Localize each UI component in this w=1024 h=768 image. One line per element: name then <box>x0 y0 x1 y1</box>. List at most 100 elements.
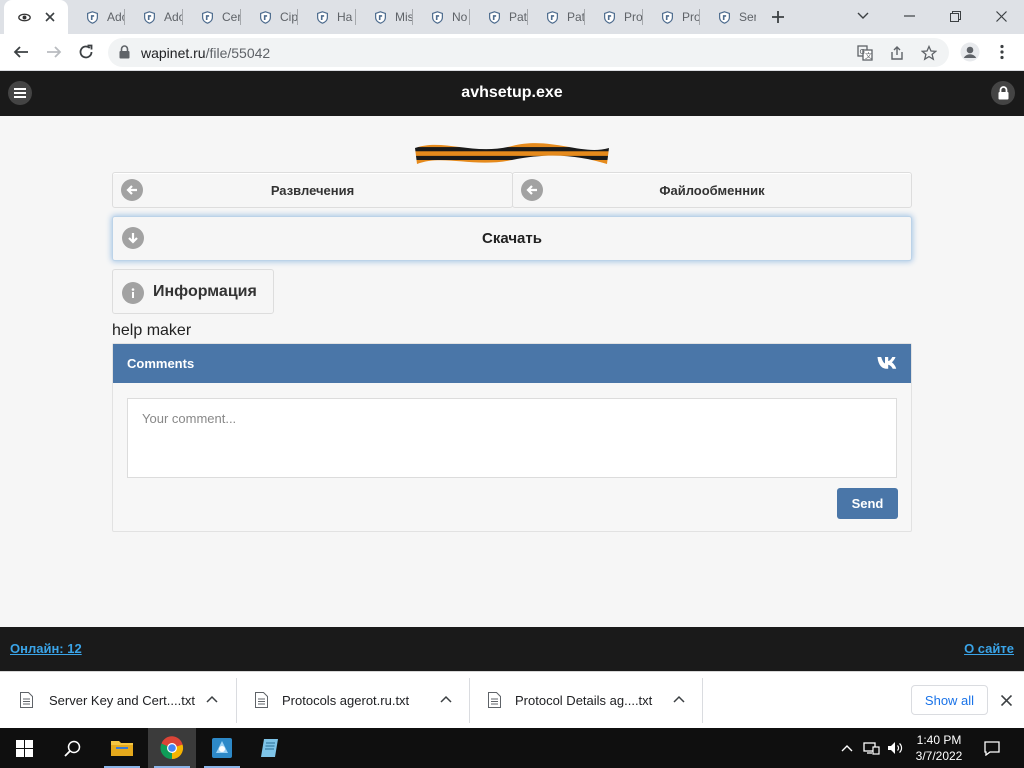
new-tab-plus-icon[interactable] <box>767 6 789 28</box>
share-icon[interactable] <box>887 43 907 63</box>
site-header: avhsetup.exe <box>0 71 1024 116</box>
tab-active[interactable] <box>4 0 68 34</box>
download-item[interactable]: Protocol Details ag....txt <box>488 678 703 723</box>
browser-tab-strip: Adc Adc Cer Cip Ha Mis No Pat Pat Pro Pr… <box>0 0 1024 34</box>
tab-adc-1[interactable]: Adc <box>68 0 125 34</box>
url-host: wapinet.ru <box>141 45 206 61</box>
notification-icon[interactable] <box>980 728 1004 768</box>
download-label: Скачать <box>482 230 542 247</box>
tab-label: Pat <box>567 10 585 24</box>
tab-label: Ser <box>739 10 756 24</box>
shield-icon <box>144 10 155 24</box>
shield-icon <box>432 10 443 24</box>
information-button[interactable]: Информация <box>112 269 274 314</box>
download-filename: Protocol Details ag....txt <box>515 693 653 708</box>
tab-label: Mis <box>395 10 413 24</box>
translate-icon[interactable]: G文 <box>855 43 875 63</box>
chevron-up-icon[interactable] <box>206 694 218 706</box>
back-arrow-icon[interactable] <box>7 38 35 66</box>
windows-taskbar: 1:40 PM 3/7/2022 <box>0 728 1024 768</box>
chrome-icon[interactable] <box>148 728 196 768</box>
shield-icon <box>375 10 386 24</box>
chevron-up-icon[interactable] <box>440 694 452 706</box>
shield-icon <box>260 10 271 24</box>
download-filename: Server Key and Cert....txt <box>49 693 195 708</box>
tab-label: Pro <box>624 10 643 24</box>
eye-favicon-icon <box>18 13 31 21</box>
download-filename: Protocols agerot.ru.txt <box>282 693 410 708</box>
nav-right-label: Файлообменник <box>659 183 765 198</box>
chevron-up-icon[interactable] <box>673 694 685 706</box>
login-lock-icon[interactable] <box>991 81 1015 105</box>
back-to-fileshare-button[interactable]: Файлообменник <box>512 172 912 208</box>
svg-text:文: 文 <box>865 51 872 60</box>
tab-ser[interactable]: Ser <box>700 0 756 34</box>
online-count-link[interactable]: Онлайн: 12 <box>10 641 82 656</box>
reload-icon[interactable] <box>72 38 100 66</box>
clock-time: 1:40 PM <box>916 733 962 747</box>
tab-pat-2[interactable]: Pat <box>528 0 585 34</box>
tab-ha[interactable]: Ha <box>298 0 356 34</box>
back-to-entertainment-button[interactable]: Развлечения <box>112 172 513 208</box>
restore-icon[interactable] <box>932 0 978 32</box>
browser-toolbar: wapinet.ru/file/55042 G文 <box>0 34 1024 71</box>
tab-label: Cip <box>280 10 298 24</box>
search-icon[interactable] <box>48 728 96 768</box>
divider <box>702 678 703 723</box>
tab-search-chevron-icon[interactable] <box>840 0 886 32</box>
shield-icon <box>547 10 558 24</box>
minimize-icon[interactable] <box>886 0 932 32</box>
tab-cip[interactable]: Cip <box>241 0 298 34</box>
tab-adc-2[interactable]: Adc <box>125 0 183 34</box>
system-clock[interactable]: 1:40 PM 3/7/2022 <box>905 732 973 764</box>
forward-arrow-icon[interactable] <box>40 38 68 66</box>
network-icon[interactable] <box>860 728 882 768</box>
tab-label: Adc <box>107 10 125 24</box>
shield-icon <box>719 10 730 24</box>
windows-start-icon[interactable] <box>0 728 48 768</box>
volume-icon[interactable] <box>884 728 906 768</box>
text-file-icon <box>488 692 501 708</box>
text-file-icon <box>20 692 33 708</box>
clock-date: 3/7/2022 <box>915 749 963 763</box>
bookmark-star-icon[interactable] <box>919 43 939 63</box>
lock-icon <box>119 45 130 59</box>
profile-avatar-icon[interactable] <box>956 38 984 66</box>
vk-logo-icon[interactable] <box>877 355 899 371</box>
network-tool-icon[interactable] <box>198 728 246 768</box>
divider <box>236 678 237 723</box>
address-bar[interactable]: wapinet.ru/file/55042 G文 <box>108 38 949 67</box>
download-item[interactable]: Server Key and Cert....txt <box>20 678 237 723</box>
site-footer: Онлайн: 12 О сайте <box>0 627 1024 671</box>
close-tab-icon[interactable] <box>41 8 59 26</box>
shield-icon <box>202 10 213 24</box>
comments-header: Comments <box>113 344 911 383</box>
tab-no[interactable]: No <box>413 0 470 34</box>
info-icon <box>122 282 144 304</box>
about-site-link[interactable]: О сайте <box>964 641 1014 656</box>
notepad-icon[interactable] <box>246 728 294 768</box>
show-all-downloads-button[interactable]: Show all <box>911 685 988 715</box>
tab-label: Ha <box>337 10 353 24</box>
close-shelf-icon[interactable] <box>997 691 1015 709</box>
information-label: Информация <box>153 283 257 300</box>
browser-menu-icon[interactable] <box>988 38 1016 66</box>
download-item[interactable]: Protocols agerot.ru.txt <box>255 678 470 723</box>
tab-mis[interactable]: Mis <box>356 0 413 34</box>
chevron-up-tray-icon[interactable] <box>838 728 856 768</box>
shield-icon <box>604 10 615 24</box>
file-explorer-icon[interactable] <box>98 728 146 768</box>
divider <box>469 678 470 723</box>
page-title: avhsetup.exe <box>461 84 563 101</box>
tab-pat-1[interactable]: Pat <box>470 0 528 34</box>
shield-icon <box>317 10 328 24</box>
window-close-icon[interactable] <box>978 0 1024 32</box>
file-description: help maker <box>112 322 192 339</box>
comment-input[interactable] <box>127 398 897 478</box>
tab-pro-1[interactable]: Pro <box>585 0 643 34</box>
tab-label: Adc <box>164 10 183 24</box>
send-comment-button[interactable]: Send <box>837 488 898 519</box>
tab-cer[interactable]: Cer <box>183 0 241 34</box>
download-button[interactable]: Скачать <box>112 216 912 261</box>
tab-pro-2[interactable]: Pro <box>643 0 700 34</box>
